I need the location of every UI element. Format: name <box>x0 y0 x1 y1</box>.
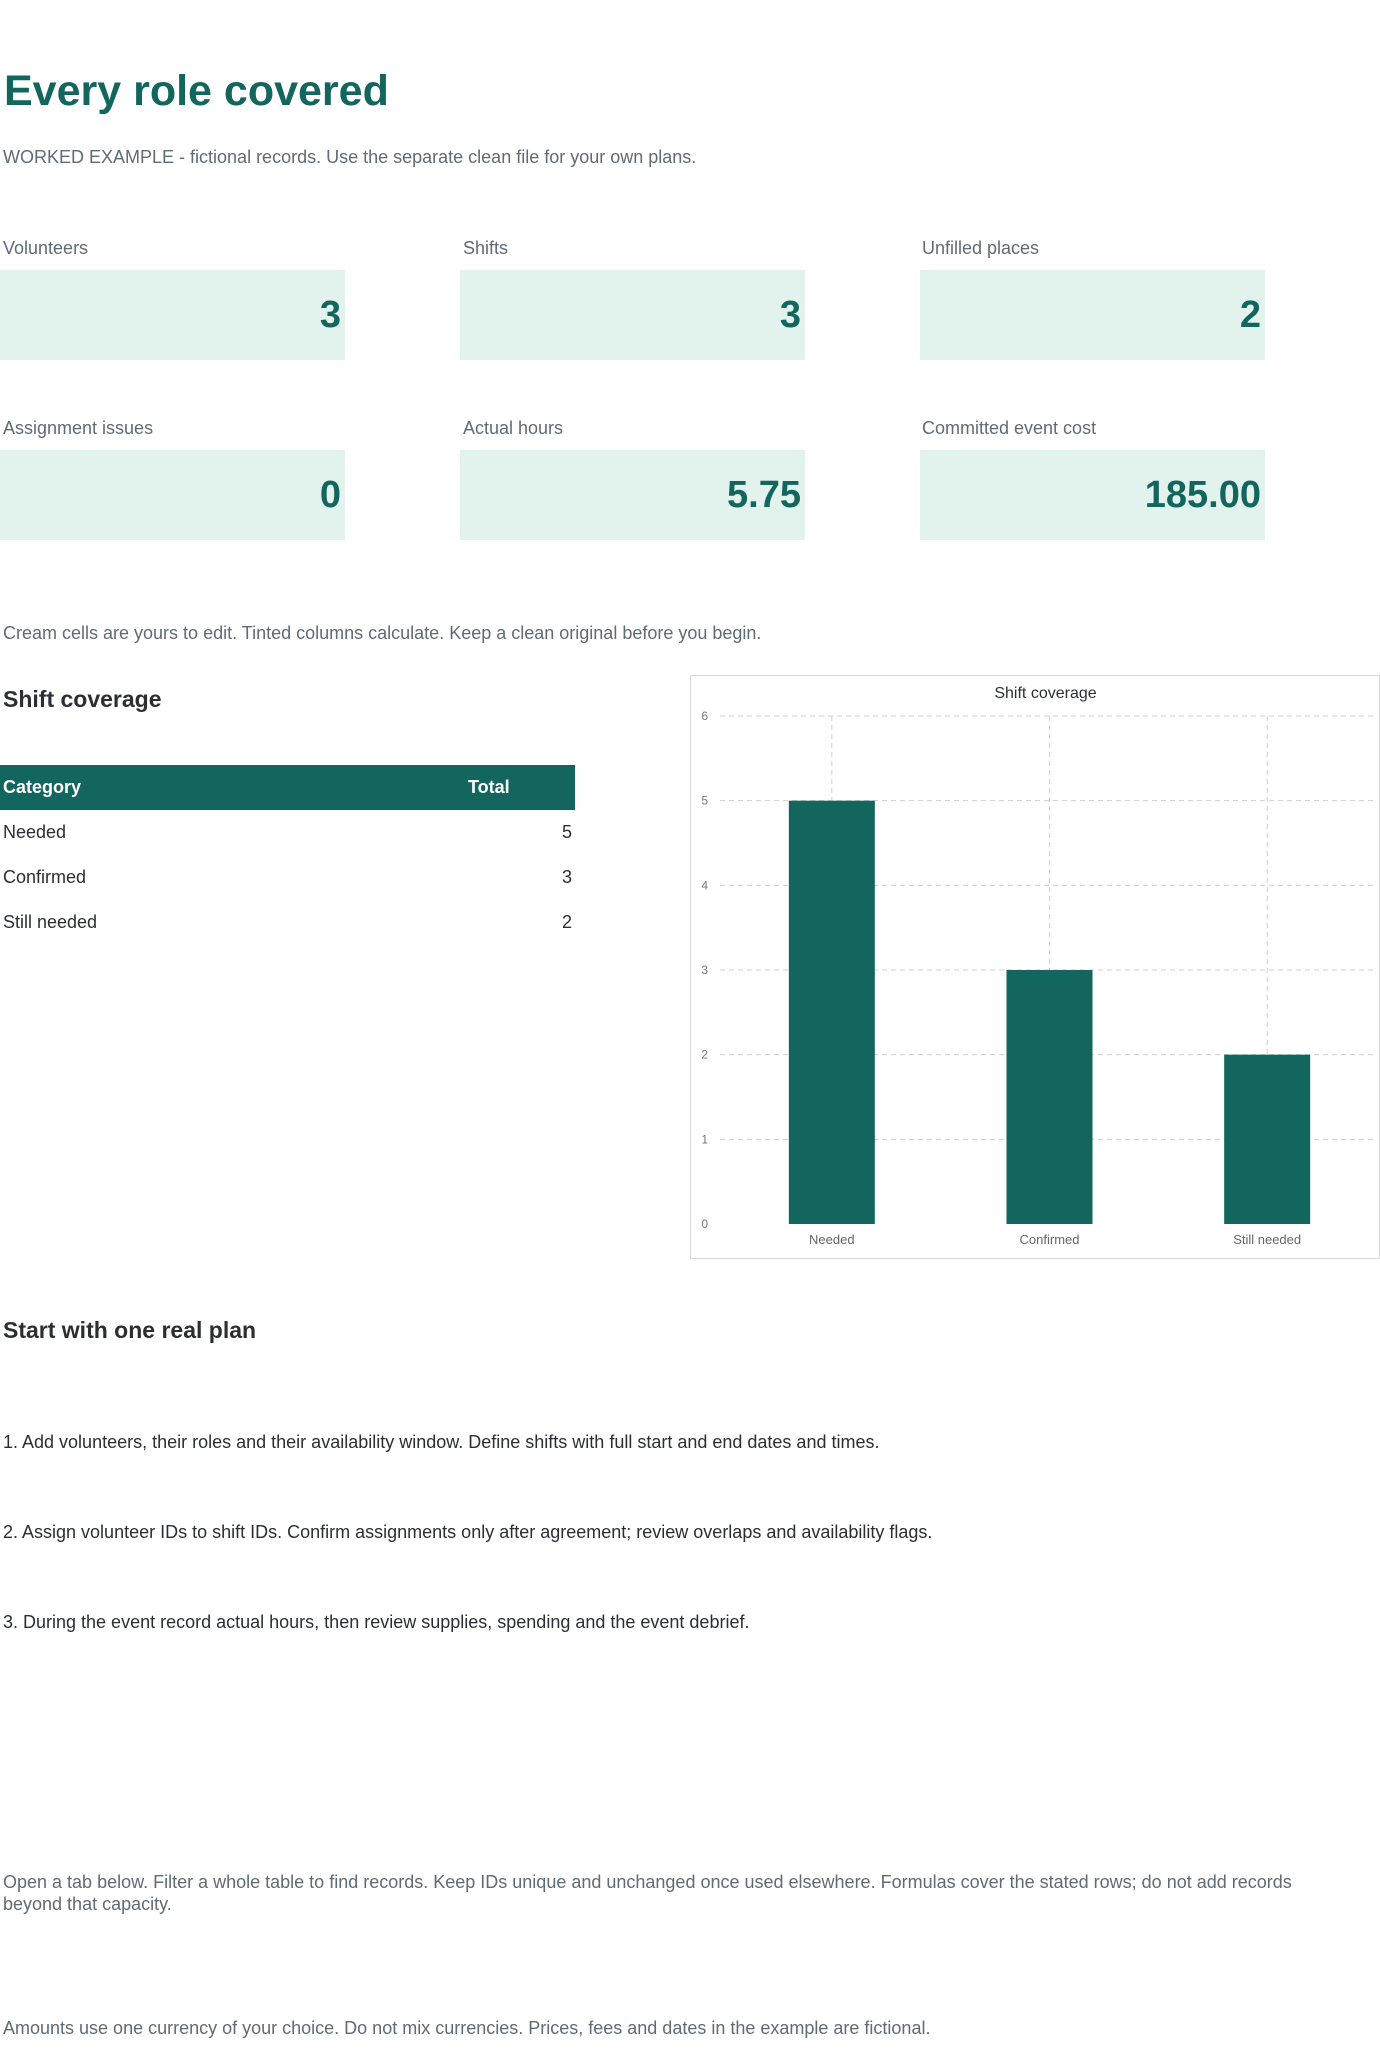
plan-step-3: 3. During the event record actual hours,… <box>3 1612 750 1632</box>
row-total: 5 <box>561 822 572 842</box>
kpi-label-actual-hours: Actual hours <box>463 418 564 438</box>
edit-note: Cream cells are yours to edit. Tinted co… <box>3 623 762 643</box>
x-tick-label: Confirmed <box>1020 1232 1080 1247</box>
row-total: 2 <box>561 912 572 932</box>
y-tick-label: 1 <box>701 1132 708 1146</box>
page-subtitle: WORKED EXAMPLE - fictional records. Use … <box>3 147 697 167</box>
coverage-table-header: Category Total <box>0 765 575 810</box>
kpi-value-unfilled-places: 2 <box>920 270 1265 360</box>
plan-step-1: 1. Add volunteers, their roles and their… <box>3 1432 880 1452</box>
bar-confirmed <box>1006 970 1093 1224</box>
shift-coverage-chart: Shift coverage 0 1 2 3 4 5 6 Needed Confirmed Stil… <box>690 675 1380 1259</box>
y-tick-label: 5 <box>701 794 708 808</box>
y-tick-label: 0 <box>701 1217 708 1231</box>
row-total: 3 <box>561 867 572 887</box>
y-tick-label: 4 <box>701 878 708 892</box>
kpi-value-committed-event-cost: 185.00 <box>920 450 1265 540</box>
kpi-label-shifts: Shifts <box>463 238 509 258</box>
kpi-label-committed-event-cost: Committed event cost <box>922 418 1097 438</box>
y-tick-label: 6 <box>701 709 708 723</box>
kpi-value-shifts: 3 <box>460 270 805 360</box>
plan-step-2: 2. Assign volunteer IDs to shift IDs. Co… <box>3 1522 933 1542</box>
plan-section-title: Start with one real plan <box>3 1317 257 1343</box>
bar-still-needed <box>1224 1054 1311 1224</box>
row-category: Confirmed <box>3 867 87 887</box>
kpi-label-assignment-issues: Assignment issues <box>3 418 154 438</box>
bar-needed <box>788 800 875 1224</box>
kpi-label-unfilled-places: Unfilled places <box>922 238 1040 258</box>
table-row: Still needed 2 <box>0 900 575 945</box>
row-category: Needed <box>3 822 67 842</box>
chart-svg: Shift coverage 0 1 2 3 4 5 6 Needed Confirmed Stil… <box>701 685 1374 1247</box>
kpi-value-assignment-issues: 0 <box>0 450 345 540</box>
x-tick-label: Needed <box>809 1232 855 1247</box>
x-tick-label: Still needed <box>1233 1232 1301 1247</box>
page-title: Every role covered <box>4 67 389 115</box>
y-tick-label: 3 <box>701 963 708 977</box>
y-tick-label: 2 <box>701 1048 708 1062</box>
chart-title: Shift coverage <box>994 685 1096 702</box>
row-category: Still needed <box>3 912 98 932</box>
footer-note-currency: Amounts use one currency of your choice.… <box>3 2018 931 2038</box>
footer-note-tabs: Open a tab below. Filter a whole table t… <box>3 1872 1292 1914</box>
kpi-label-volunteers: Volunteers <box>3 238 89 258</box>
coverage-table: Category Total Needed 5 Confirmed 3 Stil… <box>0 765 575 945</box>
kpi-value-volunteers: 3 <box>0 270 345 360</box>
column-header-total: Total <box>465 765 575 810</box>
coverage-section-title: Shift coverage <box>3 686 162 712</box>
kpi-value-actual-hours: 5.75 <box>460 450 805 540</box>
column-header-category: Category <box>0 765 465 810</box>
table-row: Confirmed 3 <box>0 855 575 900</box>
table-row: Needed 5 <box>0 810 575 855</box>
